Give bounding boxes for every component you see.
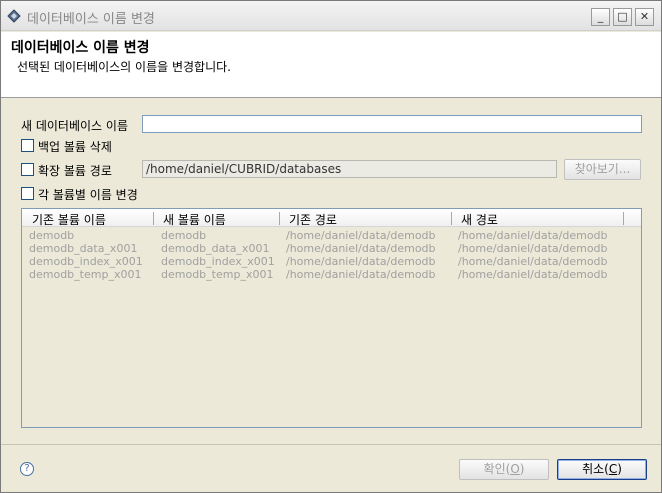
rename-each-volume-label: 각 볼륨별 이름 변경 xyxy=(38,188,138,202)
banner-description: 선택된 데이터베이스의 이름을 변경합니다. xyxy=(17,60,231,74)
new-name-label: 새 데이터베이스 이름 xyxy=(21,119,128,133)
old-path-cell: /home/daniel/data/demodb xyxy=(286,268,436,281)
column-header-old-path[interactable]: 기존 경로 xyxy=(289,211,337,228)
old-path-cell: /home/daniel/data/demodb xyxy=(286,229,436,242)
table-row[interactable]: demodb_index_x001 demodb_index_x001 /hom… xyxy=(22,255,641,268)
table-row[interactable]: demodb demodb /home/daniel/data/demodb /… xyxy=(22,229,641,242)
new-path-cell: /home/daniel/data/demodb xyxy=(458,242,608,255)
rename-each-volume-checkbox[interactable] xyxy=(21,187,34,200)
new-volume-cell: demodb_data_x001 xyxy=(161,242,270,255)
new-volume-cell: demodb_temp_x001 xyxy=(161,268,274,281)
volume-table-header: 기존 볼륨 이름 새 볼륨 이름 기존 경로 새 경로 xyxy=(22,209,641,227)
column-header-old-volume[interactable]: 기존 볼륨 이름 xyxy=(32,211,106,228)
cancel-button[interactable]: 취소(C) xyxy=(557,459,647,480)
banner-heading: 데이터베이스 이름 변경 xyxy=(11,40,150,56)
column-divider[interactable] xyxy=(623,212,624,225)
minimize-button[interactable]: _ xyxy=(591,8,610,26)
old-volume-cell: demodb_data_x001 xyxy=(29,242,138,255)
close-button[interactable]: ✕ xyxy=(635,8,654,26)
column-divider[interactable] xyxy=(451,212,452,225)
delete-backup-checkbox[interactable] xyxy=(21,139,34,152)
window-title: 데이터베이스 이름 변경 xyxy=(27,12,155,27)
browse-button[interactable]: 찾아보기... xyxy=(564,159,641,180)
extend-volume-label: 확장 볼륨 경로 xyxy=(38,164,112,178)
new-volume-cell: demodb xyxy=(161,229,207,242)
rename-database-dialog: 데이터베이스 이름 변경 _ □ ✕ 데이터베이스 이름 변경 선택된 데이터베… xyxy=(0,0,662,493)
maximize-button[interactable]: □ xyxy=(613,8,632,26)
title-bar[interactable]: 데이터베이스 이름 변경 _ □ ✕ xyxy=(1,1,661,31)
dialog-body: 새 데이터베이스 이름 백업 볼륨 삭제 확장 볼륨 경로 /home/dani… xyxy=(1,99,661,444)
old-volume-cell: demodb_index_x001 xyxy=(29,255,143,268)
table-row[interactable]: demodb_temp_x001 demodb_temp_x001 /home/… xyxy=(22,268,641,281)
volume-table[interactable]: 기존 볼륨 이름 새 볼륨 이름 기존 경로 새 경로 demodb demod… xyxy=(21,208,642,428)
new-path-cell: /home/daniel/data/demodb xyxy=(458,229,608,242)
column-divider[interactable] xyxy=(279,212,280,225)
old-path-cell: /home/daniel/data/demodb xyxy=(286,255,436,268)
column-divider[interactable] xyxy=(153,212,154,225)
old-volume-cell: demodb xyxy=(29,229,75,242)
ok-mnemonic: O xyxy=(510,462,520,476)
old-volume-cell: demodb_temp_x001 xyxy=(29,268,142,281)
cancel-button-label: 취소 xyxy=(582,462,605,476)
ok-button-label: 확인 xyxy=(483,462,506,476)
new-name-input[interactable] xyxy=(142,115,642,133)
cubrid-app-icon xyxy=(7,9,21,23)
header-banner: 데이터베이스 이름 변경 선택된 데이터베이스의 이름을 변경합니다. xyxy=(1,32,661,98)
extend-volume-checkbox[interactable] xyxy=(21,163,34,176)
help-icon[interactable]: ? xyxy=(20,462,34,476)
cancel-mnemonic: C xyxy=(608,462,618,476)
old-path-cell: /home/daniel/data/demodb xyxy=(286,242,436,255)
new-path-cell: /home/daniel/data/demodb xyxy=(458,268,608,281)
column-header-new-volume[interactable]: 새 볼륨 이름 xyxy=(163,211,226,228)
new-path-cell: /home/daniel/data/demodb xyxy=(458,255,608,268)
table-row[interactable]: demodb_data_x001 demodb_data_x001 /home/… xyxy=(22,242,641,255)
ok-button[interactable]: 확인(O) xyxy=(459,459,549,480)
new-volume-cell: demodb_index_x001 xyxy=(161,255,275,268)
button-bar: ? 확인(O) 취소(C) xyxy=(1,444,661,492)
column-header-new-path[interactable]: 새 경로 xyxy=(461,211,498,228)
extend-volume-path-field[interactable]: /home/daniel/CUBRID/databases xyxy=(142,160,557,178)
delete-backup-label: 백업 볼륨 삭제 xyxy=(38,140,112,154)
